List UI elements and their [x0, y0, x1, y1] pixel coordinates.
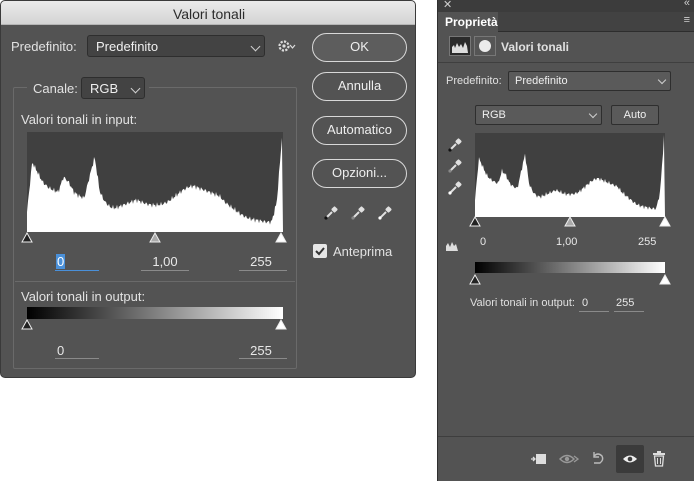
panel-auto-button[interactable]: Auto — [611, 105, 659, 125]
cancel-button[interactable]: Annulla — [312, 72, 407, 101]
panel-output-white-underline — [614, 311, 644, 312]
input-black-field-underline — [55, 270, 99, 271]
ok-button[interactable]: OK — [312, 33, 407, 62]
collapse-icon[interactable]: « — [684, 0, 690, 9]
output-black-field-underline — [55, 358, 99, 359]
panel-channel-select-value: RGB — [482, 109, 506, 121]
panel-input-gamma-handle — [564, 216, 576, 227]
chevron-down-icon — [130, 83, 141, 94]
checkmark-icon — [315, 247, 325, 256]
eyedropper-white-icon[interactable] — [377, 205, 393, 221]
auto-button[interactable]: Automatico — [312, 116, 407, 145]
panel-tabbar: Proprietà ≡ — [438, 12, 694, 32]
panel-channel-select[interactable]: RGB — [475, 105, 602, 125]
panel-input-white-field[interactable]: 255 — [638, 236, 656, 248]
input-white-field[interactable]: 255 — [237, 254, 285, 269]
preset-select[interactable]: Predefinito — [87, 35, 265, 57]
channel-select-value: RGB — [90, 81, 119, 96]
panel-output-black-field[interactable]: 0 — [582, 297, 588, 309]
dialog-titlebar[interactable]: Valori tonali — [1, 1, 415, 25]
input-white-point-handle — [275, 232, 287, 243]
chevron-down-icon — [657, 75, 667, 85]
panel-output-white-handle — [659, 274, 671, 285]
levels-dialog: Valori tonali Predefinito: Predefinito O… — [0, 0, 416, 378]
eyedropper-black-icon[interactable] — [323, 205, 339, 221]
input-gamma-field[interactable]: 1,00 — [141, 254, 189, 269]
panel-input-gamma-field[interactable]: 1,00 — [556, 236, 577, 248]
preset-label: Predefinito: — [11, 39, 77, 54]
visibility-toggle[interactable] — [616, 445, 644, 473]
close-icon[interactable]: ✕ — [443, 0, 452, 11]
panel-input-slider[interactable] — [469, 216, 673, 228]
output-white-handle — [275, 319, 287, 330]
eye-icon — [623, 455, 637, 463]
panel-histogram — [475, 133, 665, 217]
properties-panel: ✕ « Proprietà ≡ Valori tonali Predefinit… — [437, 0, 694, 481]
dialog-title: Valori tonali — [172, 6, 246, 22]
reset-icon[interactable] — [590, 451, 606, 467]
gear-icon[interactable] — [278, 39, 296, 53]
panel-output-black-handle — [469, 274, 481, 285]
histogram-calc-icon[interactable] — [445, 240, 459, 252]
input-slider-track[interactable] — [21, 232, 291, 244]
input-gamma-field-underline — [141, 270, 189, 271]
panel-preset-select[interactable]: Predefinito — [508, 71, 671, 91]
panel-output-gradient-bar — [475, 262, 665, 273]
panel-input-white-handle — [659, 216, 671, 227]
input-white-field-underline — [239, 270, 287, 271]
eyedropper-black-icon[interactable] — [447, 137, 463, 153]
output-levels-label: Valori tonali in output: — [21, 289, 146, 304]
panel-menu-icon[interactable]: ≡ — [684, 14, 691, 26]
options-button[interactable]: Opzioni... — [312, 159, 407, 188]
layer-mask-icon[interactable] — [474, 36, 496, 56]
channel-select[interactable]: RGB — [81, 77, 145, 99]
eyedropper-gray-icon[interactable] — [350, 205, 366, 221]
eyedropper-white-icon[interactable] — [447, 180, 463, 196]
preset-select-value: Predefinito — [96, 39, 159, 54]
divider — [15, 281, 295, 282]
eyedropper-gray-icon[interactable] — [447, 158, 463, 174]
panel-output-black-underline — [579, 311, 609, 312]
tab-properties[interactable]: Proprietà — [438, 12, 498, 32]
divider — [438, 62, 694, 63]
channel-label: Canale: — [33, 81, 78, 96]
panel-input-black-handle — [469, 216, 481, 227]
panel-output-label: Valori tonali in output: — [470, 297, 575, 309]
panel-preset-select-value: Predefinito — [515, 75, 568, 87]
levels-adjustment-icon — [449, 36, 471, 56]
input-gamma-handle — [149, 232, 161, 243]
panel-header-title: Valori tonali — [501, 40, 570, 54]
panel-bottom-toolbar — [438, 436, 694, 481]
output-slider-track[interactable] — [21, 319, 291, 331]
preview-checkbox[interactable] — [313, 244, 327, 258]
preview-label: Anteprima — [333, 244, 393, 259]
panel-preset-label: Predefinito: — [446, 75, 502, 87]
output-black-handle — [21, 319, 33, 330]
view-previous-state-icon[interactable] — [559, 451, 579, 467]
output-gradient-bar — [27, 307, 283, 319]
histogram — [27, 132, 283, 232]
panel-output-slider[interactable] — [469, 274, 673, 286]
clip-to-layer-icon[interactable] — [530, 451, 548, 467]
input-levels-label: Valori tonali in input: — [21, 112, 138, 127]
panel-topbar[interactable]: ✕ « — [438, 0, 694, 12]
output-black-field[interactable]: 0 — [51, 343, 75, 358]
input-black-point-handle — [21, 232, 33, 243]
panel-output-white-field[interactable]: 255 — [616, 297, 634, 309]
panel-input-black-field[interactable]: 0 — [480, 236, 486, 248]
chevron-down-icon — [588, 109, 598, 119]
output-white-field-underline — [239, 358, 287, 359]
trash-icon[interactable] — [652, 451, 666, 467]
input-black-field[interactable]: 0 — [51, 254, 99, 269]
chevron-down-icon — [250, 41, 261, 52]
output-white-field[interactable]: 255 — [237, 343, 285, 358]
